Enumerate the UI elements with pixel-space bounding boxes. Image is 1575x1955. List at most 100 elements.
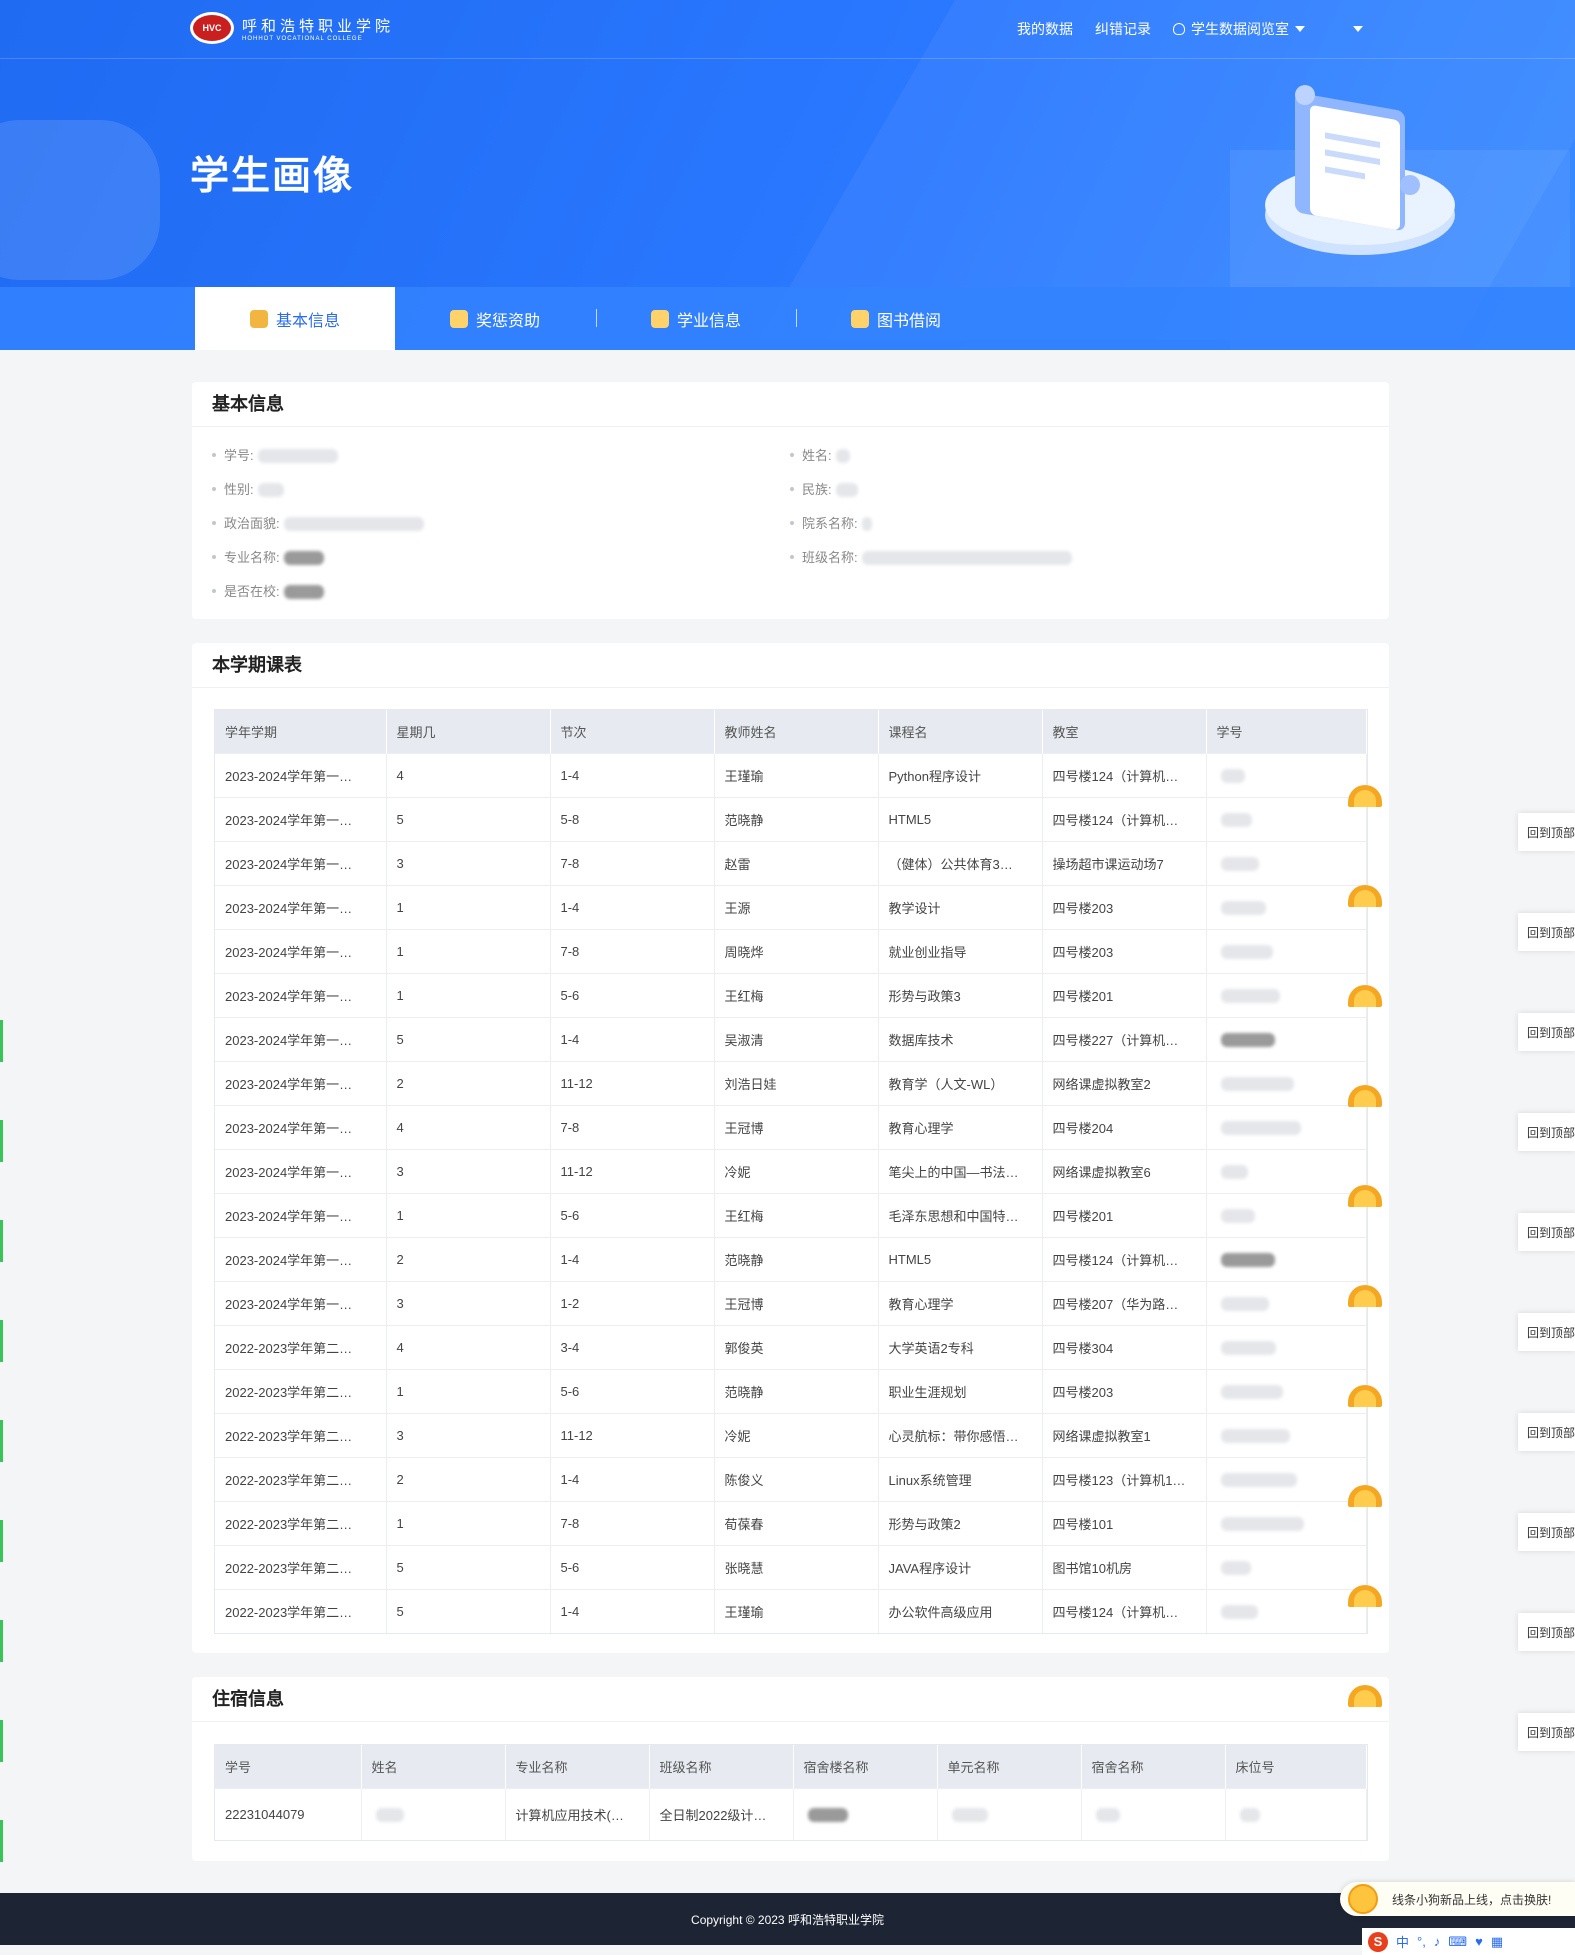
back-to-top-button[interactable]: 回到顶部 [1518,1313,1575,1351]
side-indicator [0,1120,3,1162]
table-cell: 范晓静 [714,1368,879,1413]
table-cell: 5-8 [550,796,715,841]
table-cell: 2023-2024学年第一… [215,1280,387,1325]
table-cell: 5 [386,1016,551,1061]
table-row: 2023-2024学年第一… 1 7-8 周晓烨 就业创业指导 四号楼203 [215,928,1367,973]
table-cell [1206,1412,1367,1457]
table-cell: 1-4 [550,884,715,929]
table-cell: 11-12 [550,1060,715,1105]
table-cell: 四号楼201 [1042,972,1207,1017]
redacted-value [1220,856,1259,871]
table-cell: 冷妮 [714,1412,879,1457]
table-cell: 2023-2024学年第一… [215,928,387,973]
skin-icon[interactable]: ♥ [1475,1934,1483,1949]
table-cell: 2023-2024学年第一… [215,1104,387,1149]
table-cell: 7-8 [550,1104,715,1149]
table-cell: 职业生涯规划 [878,1368,1043,1413]
college-logo[interactable]: HVC 呼和浩特职业学院 HOHHOT VOCATIONAL COLLEGE [190,12,394,44]
table-header-row: 学年学期 星期几 节次 教师姓名 课程名 教室 学号 [215,710,1367,753]
back-to-top-button[interactable]: 回到顶部 [1518,1613,1575,1651]
table-cell: 3-4 [550,1324,715,1369]
field-label: 姓名: [802,448,832,463]
toolbox-icon[interactable]: ▦ [1491,1934,1503,1950]
table-cell: HTML5 [878,796,1043,841]
user-menu-chevron-icon[interactable] [1353,26,1363,32]
skin-promo-banner[interactable]: 线条小狗新品上线，点击换肤! [1340,1882,1575,1916]
ime-mode-label[interactable]: 中 [1396,1932,1409,1951]
sun-mascot-icon [1348,1884,1378,1914]
table-cell: 2 [386,1456,551,1501]
redacted-value [1220,900,1266,915]
redacted-value [835,449,850,463]
nav-reading-room[interactable]: 学生数据阅览室 [1173,19,1305,39]
field-label: 民族: [802,482,832,497]
nav-my-data[interactable]: 我的数据 [1017,19,1073,39]
keyboard-icon[interactable]: ⌨ [1448,1934,1467,1950]
field-student-id: 学号: [212,445,338,464]
redacted-value [1220,1384,1283,1399]
nav-correction-records[interactable]: 纠错记录 [1095,19,1151,39]
microphone-icon[interactable]: ♪ [1434,1934,1441,1949]
back-to-top-button[interactable]: 回到顶部 [1518,1113,1575,1151]
table-cell [1206,1104,1367,1149]
redacted-value [375,1807,404,1822]
table-cell: 形势与政策3 [878,972,1043,1017]
redacted-value [1220,1164,1248,1179]
field-major: 专业名称: [212,547,324,566]
schedule-table-body: 2023-2024学年第一… 4 1-4 王瑾瑜 Python程序设计 四号楼124（计算… [215,752,1367,1633]
table-cell: 1-4 [550,1236,715,1281]
table-cell: 王红梅 [714,972,879,1017]
table-cell: 网络课虚拟教室6 [1042,1148,1207,1193]
table-cell: 冷妮 [714,1148,879,1193]
table-row: 2022-2023学年第二… 1 7-8 荀葆春 形势与政策2 四号楼101 [215,1500,1367,1545]
table-row: 2023-2024学年第一… 1 1-4 王源 教学设计 四号楼203 [215,884,1367,929]
table-cell [1225,1787,1367,1840]
table-cell: 教育学（人文-WL） [878,1060,1043,1105]
tab-academic-info[interactable]: 学业信息 [596,287,796,350]
promo-text: 线条小狗新品上线，点击换肤! [1392,1893,1552,1907]
table-row: 22231044079 计算机应用技术(… 全日制2022级计… [215,1787,1367,1840]
table-cell: 1-4 [550,1588,715,1633]
table-row: 2023-2024学年第一… 1 5-6 王红梅 毛泽东思想和中国特… 四号楼201 [215,1192,1367,1237]
back-to-top-button[interactable]: 回到顶部 [1518,1713,1575,1751]
table-row: 2022-2023学年第二… 1 5-6 范晓静 职业生涯规划 四号楼203 [215,1368,1367,1413]
table-row: 2023-2024学年第一… 2 1-4 范晓静 HTML5 四号楼124（计算机… [215,1236,1367,1281]
table-cell: 11-12 [550,1148,715,1193]
punctuation-icon[interactable]: °, [1417,1934,1426,1949]
table-cell: 计算机应用技术(… [505,1787,650,1840]
table-cell [793,1787,938,1840]
tab-rewards-aid[interactable]: 奖惩资助 [395,287,595,350]
chevron-down-icon [1295,26,1305,32]
ime-toolbar[interactable]: S 中 °, ♪ ⌨ ♥ ▦ [1362,1928,1575,1955]
table-cell: 2022-2023学年第二… [215,1588,387,1633]
tab-library[interactable]: 图书借阅 [796,287,996,350]
table-cell: 7-8 [550,840,715,885]
tab-label: 奖惩资助 [475,312,540,330]
table-cell: 1-4 [550,1016,715,1061]
table-cell [1206,1588,1367,1633]
table-cell: 四号楼123（计算机1… [1042,1456,1207,1501]
column-header: 单元名称 [937,1745,1082,1788]
field-class: 班级名称: [790,547,1072,566]
table-cell: 毛泽东思想和中国特… [878,1192,1043,1237]
table-cell: 数据库技术 [878,1016,1043,1061]
table-cell [1206,1192,1367,1237]
back-to-top-button[interactable]: 回到顶部 [1518,1513,1575,1551]
back-to-top-button[interactable]: 回到顶部 [1518,913,1575,951]
table-cell: 1-2 [550,1280,715,1325]
tab-basic-info[interactable]: 基本信息 [195,287,395,350]
table-cell [1081,1787,1226,1840]
field-label: 班级名称: [802,550,858,565]
redacted-value [1220,1472,1297,1487]
table-cell: 范晓静 [714,1236,879,1281]
table-cell: 四号楼124（计算机… [1042,1588,1207,1633]
back-to-top-button[interactable]: 回到顶部 [1518,1213,1575,1251]
back-to-top-button[interactable]: 回到顶部 [1518,813,1575,851]
back-to-top-button[interactable]: 回到顶部 [1518,1413,1575,1451]
table-cell: 11-12 [550,1412,715,1457]
tab-label: 学业信息 [676,312,741,330]
back-to-top-button[interactable]: 回到顶部 [1518,1013,1575,1051]
dorm-table: 学号 姓名 专业名称 班级名称 宿舍楼名称 单元名称 宿舍名称 床位号 2223… [214,1744,1368,1841]
document-illustration-icon [1265,85,1455,255]
table-cell [1206,1148,1367,1193]
